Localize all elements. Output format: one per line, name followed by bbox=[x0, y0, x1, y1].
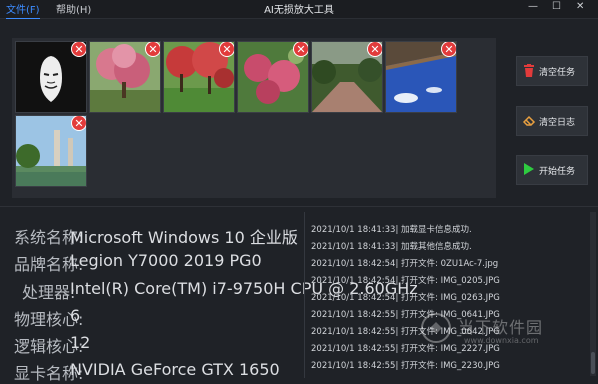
delete-icon[interactable]: ✕ bbox=[145, 42, 160, 57]
delete-icon[interactable]: ✕ bbox=[71, 116, 86, 131]
delete-icon[interactable]: ✕ bbox=[219, 42, 234, 57]
log-panel[interactable]: 2021/10/1 18:41:33| 加载显卡信息成功. 2021/10/1 … bbox=[304, 212, 598, 378]
clear-log-button[interactable]: 清空日志 bbox=[516, 106, 588, 136]
delete-icon[interactable]: ✕ bbox=[441, 42, 456, 57]
clear-log-label: 清空日志 bbox=[539, 118, 576, 128]
watermark-url: www.downxia.com bbox=[464, 336, 539, 345]
log-line: 2021/10/1 18:42:54| 打开文件: IMG_0205.JPG bbox=[311, 276, 500, 286]
title-bar: 文件(F) 帮助(H) AI无损放大工具 — ☐ ✕ bbox=[0, 0, 598, 19]
scrollbar-thumb[interactable] bbox=[591, 352, 595, 374]
start-task-label: 开始任务 bbox=[539, 167, 576, 177]
log-line: 2021/10/1 18:42:55| 打开文件: IMG_2230.JPG bbox=[311, 361, 500, 371]
info-value-brand: Legion Y7000 2019 PG0 bbox=[70, 251, 262, 270]
start-task-button[interactable]: 开始任务 bbox=[516, 155, 588, 185]
section-divider bbox=[0, 206, 598, 207]
thumbnail-flower-bush[interactable]: ✕ bbox=[237, 41, 309, 113]
watermark-logo-icon bbox=[421, 313, 451, 343]
minimize-button[interactable]: — bbox=[528, 1, 538, 12]
eraser-icon bbox=[523, 115, 536, 126]
close-button[interactable]: ✕ bbox=[576, 1, 584, 12]
log-line: 2021/10/1 18:41:33| 加载其他信息成功. bbox=[311, 242, 472, 252]
thumbnail-anonymous-mask[interactable]: ✕ bbox=[15, 41, 87, 113]
thumbnail-park-road[interactable]: ✕ bbox=[311, 41, 383, 113]
log-scrollbar[interactable] bbox=[590, 212, 596, 376]
info-value-physical-cores: 6 bbox=[70, 306, 81, 325]
thumbnail-pagoda-lake[interactable]: ✕ bbox=[15, 115, 87, 187]
info-value-os: Microsoft Windows 10 企业版 bbox=[70, 228, 298, 247]
log-line: 2021/10/1 18:42:54| 打开文件: 0ZU1Ac-7.jpg bbox=[311, 259, 499, 269]
log-line: 2021/10/1 18:41:33| 加载显卡信息成功. bbox=[311, 225, 472, 235]
delete-icon[interactable]: ✕ bbox=[367, 42, 382, 57]
info-key-cpu: 处理器: bbox=[22, 283, 76, 302]
info-value-gpu: NVIDIA GeForce GTX 1650 bbox=[70, 360, 280, 379]
trash-icon bbox=[524, 64, 534, 77]
maximize-button[interactable]: ☐ bbox=[552, 1, 561, 12]
thumbnail-pink-tree[interactable]: ✕ bbox=[89, 41, 161, 113]
delete-icon[interactable]: ✕ bbox=[293, 42, 308, 57]
app-title: AI无损放大工具 bbox=[264, 5, 334, 16]
clear-tasks-button[interactable]: 清空任务 bbox=[516, 56, 588, 86]
thumbnail-blue-sky-roof[interactable]: ✕ bbox=[385, 41, 457, 113]
clear-tasks-label: 清空任务 bbox=[539, 68, 576, 78]
play-icon bbox=[524, 163, 534, 175]
info-value-logical-cores: 12 bbox=[70, 333, 91, 352]
watermark-text: 当下软件园 bbox=[458, 318, 544, 337]
image-list-panel: ✕ ✕ ✕ ✕ ✕ ✕ ✕ bbox=[12, 38, 496, 198]
thumbnail-red-maple-trees[interactable]: ✕ bbox=[163, 41, 235, 113]
log-line: 2021/10/1 18:42:54| 打开文件: IMG_0263.JPG bbox=[311, 293, 500, 303]
delete-icon[interactable]: ✕ bbox=[71, 42, 86, 57]
